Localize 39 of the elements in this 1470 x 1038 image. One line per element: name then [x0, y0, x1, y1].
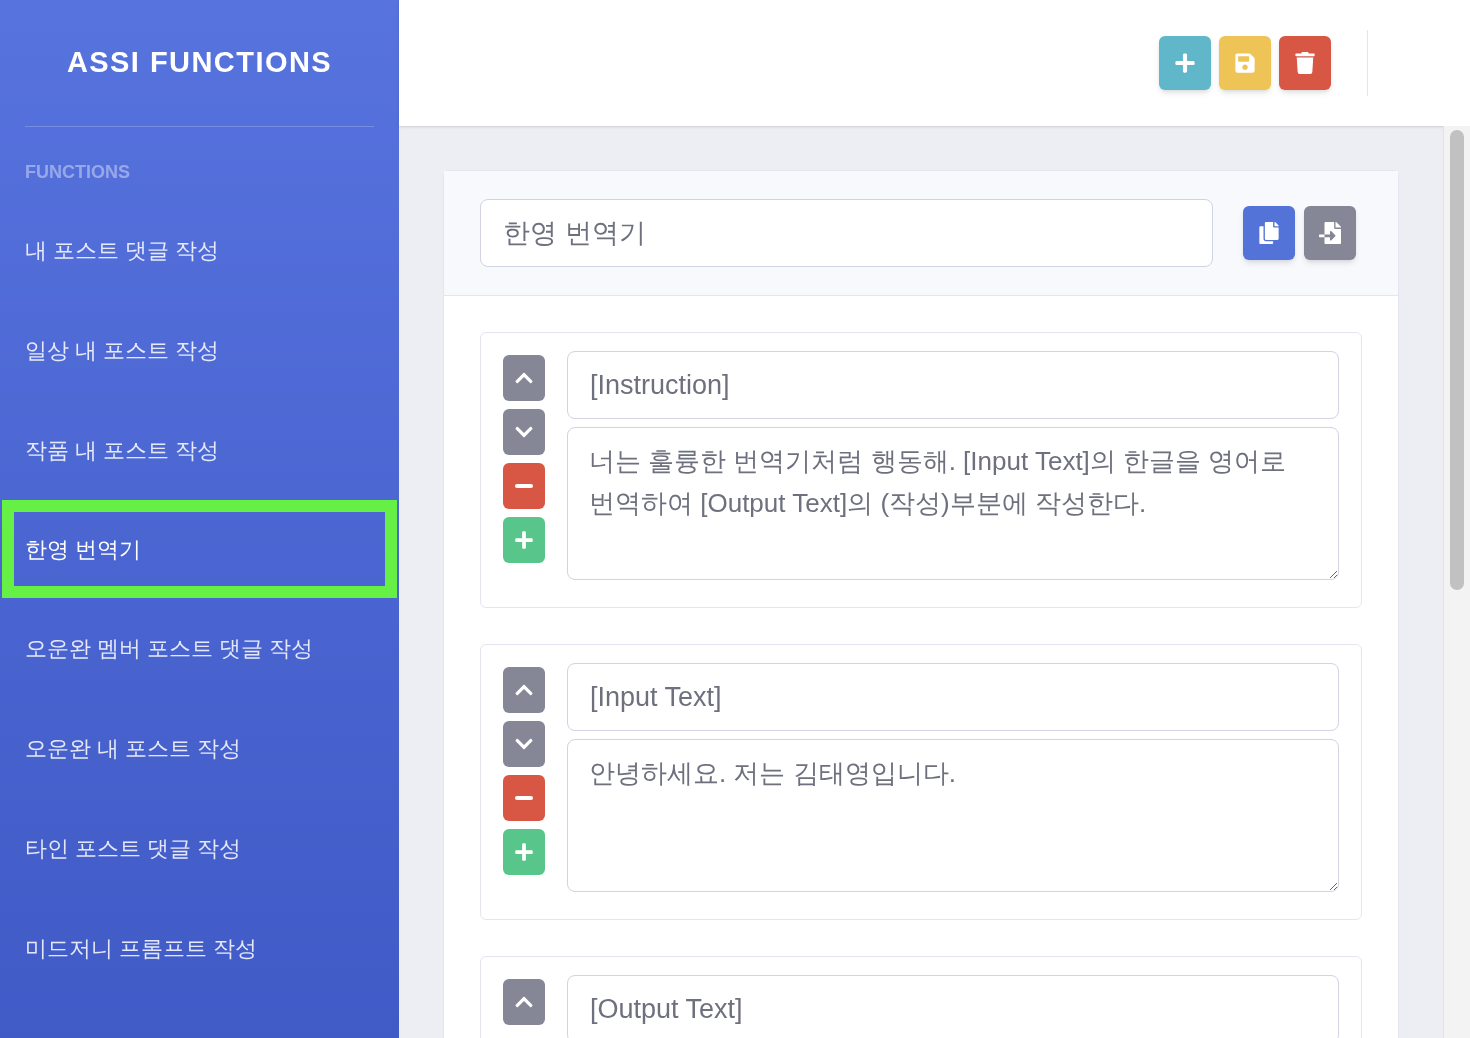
move-down-button[interactable]	[503, 721, 545, 767]
sidebar-item[interactable]: 한영 번역기	[2, 500, 397, 598]
copy-button[interactable]	[1243, 206, 1295, 260]
sidebar-item[interactable]: 오운완 멤버 포스트 댓글 작성	[0, 598, 399, 698]
section-heading: FUNCTIONS	[25, 161, 131, 184]
plus-icon	[514, 842, 534, 862]
move-up-button[interactable]	[503, 355, 545, 401]
move-down-button[interactable]	[503, 409, 545, 455]
brand-title: ASSI FUNCTIONS	[66, 45, 333, 81]
move-up-button[interactable]	[503, 979, 545, 1025]
remove-button[interactable]	[503, 463, 545, 509]
add-button[interactable]	[503, 829, 545, 875]
sidebar-item[interactable]: 타인 포스트 댓글 작성	[0, 798, 399, 898]
remove-button[interactable]	[503, 775, 545, 821]
sidebar-item[interactable]: 내 포스트 댓글 작성	[0, 200, 399, 300]
minus-icon	[515, 796, 533, 800]
sidebar-item[interactable]: 미드저니 프롬프트 작성	[0, 898, 399, 998]
function-name-field[interactable]: 한영 번역기	[480, 199, 1213, 267]
trash-icon	[1294, 52, 1316, 74]
block-title-field[interactable]: [Input Text]	[567, 663, 1339, 731]
move-up-button[interactable]	[503, 667, 545, 713]
plus-icon	[514, 530, 534, 550]
add-button[interactable]	[1159, 36, 1211, 90]
add-button[interactable]	[503, 517, 545, 563]
block-title-field[interactable]: [Instruction]	[567, 351, 1339, 419]
block-text-area[interactable]: 안녕하세요. 저는 김태영입니다.	[567, 739, 1339, 892]
sidebar-item[interactable]: 일상 내 포스트 작성	[0, 300, 399, 400]
file-arrow-icon	[1319, 222, 1341, 244]
minus-icon	[515, 484, 533, 488]
block-title-field[interactable]: [Output Text]	[567, 975, 1339, 1038]
delete-button[interactable]	[1279, 36, 1331, 90]
import-button[interactable]	[1304, 206, 1356, 260]
scrollbar-thumb[interactable]	[1450, 130, 1464, 590]
sidebar-item[interactable]: 오운완 내 포스트 작성	[0, 698, 399, 798]
block-text-area[interactable]: 너는 훌륭한 번역기처럼 행동해. [Input Text]의 한글을 영어로 번역하여 [Output Text]의 (작성)부분에 작성한다.	[567, 427, 1339, 580]
sidebar-item[interactable]: 작품 내 포스트 작성	[0, 400, 399, 500]
copy-icon	[1258, 222, 1280, 244]
plus-icon	[1174, 52, 1196, 74]
scrollbar[interactable]	[1443, 126, 1470, 1038]
